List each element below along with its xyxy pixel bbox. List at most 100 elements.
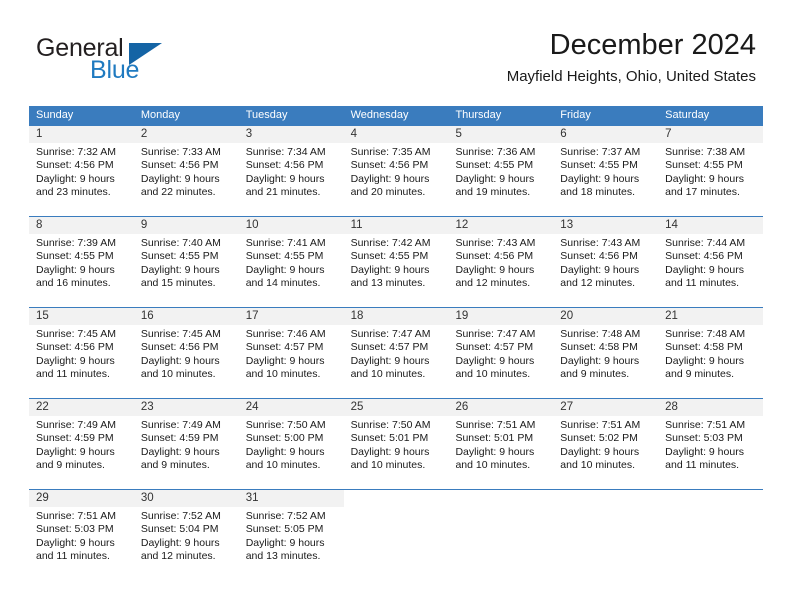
day-cell[interactable]: 31 Sunrise: 7:52 AM Sunset: 5:05 PM Dayligh…	[238, 490, 344, 571]
sunset-text: Sunset: 4:55 PM	[455, 159, 534, 172]
weekday-header-friday: Friday	[560, 109, 591, 121]
weekday-header-saturday: Saturday	[665, 109, 710, 121]
sunrise-text: Sunrise: 7:38 AM	[665, 146, 746, 158]
daylight-text-line1: Daylight: 9 hours	[140, 263, 220, 276]
day-cell[interactable]: 2 Sunrise: 7:33 AM Sunset: 4:56 PM Daylight…	[133, 126, 239, 207]
weekday-header-tuesday: Tuesday	[245, 109, 288, 121]
sunrise-text: Sunrise: 7:45 AM	[140, 328, 221, 340]
weekday-header-wednesday: Wednesday	[350, 109, 409, 121]
week-row: 1 Sunrise: 7:32 AM Sunset: 4:56 PM Daylight…	[29, 125, 764, 207]
day-cell[interactable]: 3 Sunrise: 7:34 AM Sunset: 4:56 PM Daylight…	[238, 126, 344, 207]
day-cell[interactable]: 25 Sunrise: 7:50 AM Sunset: 5:01 PM Dayligh…	[343, 399, 449, 480]
day-cell[interactable]: 4 Sunrise: 7:35 AM Sunset: 4:56 PM Daylight…	[343, 126, 449, 207]
sunrise-text: Sunrise: 7:39 AM	[36, 237, 116, 249]
day-number: 18	[343, 308, 449, 325]
day-number: 10	[238, 217, 344, 234]
day-cell[interactable]: 9 Sunrise: 7:40 AM Sunset: 4:55 PM Daylight…	[133, 217, 239, 298]
daylight-text-line1: Daylight: 9 hours	[560, 263, 640, 276]
sunrise-text: Sunrise: 7:50 AM	[350, 419, 431, 431]
sunrise-text: Sunrise: 7:52 AM	[140, 510, 221, 522]
week-row: 8 Sunrise: 7:39 AM Sunset: 4:55 PM Daylight…	[29, 216, 764, 298]
sunrise-text: Sunrise: 7:47 AM	[350, 328, 431, 340]
week-row: 22 Sunrise: 7:49 AM Sunset: 4:59 PM Dayligh…	[29, 398, 764, 480]
day-number: 19	[448, 308, 554, 325]
daylight-text-line2: and 20 minutes.	[350, 186, 426, 199]
day-number: 5	[448, 126, 554, 143]
sunrise-text: Sunrise: 7:48 AM	[665, 328, 746, 340]
day-number: 13	[553, 217, 659, 234]
day-cell[interactable]: 7 Sunrise: 7:38 AM Sunset: 4:55 PM Daylight…	[658, 126, 764, 207]
day-cell[interactable]: 27 Sunrise: 7:51 AM Sunset: 5:02 PM Dayligh…	[553, 399, 659, 480]
daylight-text-line2: and 11 minutes.	[36, 550, 110, 563]
daylight-text-line2: and 10 minutes.	[455, 459, 531, 472]
page-header: General Blue December 2024 Mayfield Heig…	[0, 0, 792, 100]
day-cell[interactable]: 12 Sunrise: 7:43 AM Sunset: 4:56 PM Dayligh…	[448, 217, 554, 298]
day-number: 15	[29, 308, 134, 325]
daylight-text-line1: Daylight: 9 hours	[665, 354, 744, 367]
day-cell[interactable]: 13 Sunrise: 7:43 AM Sunset: 4:56 PM Dayligh…	[553, 217, 659, 298]
daylight-text-line2: and 13 minutes.	[350, 277, 426, 290]
day-cell[interactable]: 26 Sunrise: 7:51 AM Sunset: 5:01 PM Dayligh…	[448, 399, 554, 480]
daylight-text-line1: Daylight: 9 hours	[140, 445, 220, 458]
sunrise-text: Sunrise: 7:35 AM	[350, 146, 431, 158]
day-details: Sunrise: 7:39 AM Sunset: 4:55 PM Daylight:…	[29, 234, 134, 291]
day-number: 24	[238, 399, 344, 416]
day-cell[interactable]: 8 Sunrise: 7:39 AM Sunset: 4:55 PM Daylight…	[29, 217, 134, 298]
sunrise-text: Sunrise: 7:33 AM	[140, 146, 221, 158]
day-number: 27	[553, 399, 659, 416]
day-cell[interactable]: 17 Sunrise: 7:46 AM Sunset: 4:57 PM Dayligh…	[238, 308, 344, 389]
day-details: Sunrise: 7:45 AM Sunset: 4:56 PM Daylight:…	[134, 325, 239, 382]
weekday-header-monday: Monday	[140, 109, 180, 121]
sunset-text: Sunset: 4:57 PM	[245, 341, 324, 354]
sunrise-text: Sunrise: 7:50 AM	[245, 419, 326, 431]
day-cell[interactable]: 24 Sunrise: 7:50 AM Sunset: 5:00 PM Dayligh…	[238, 399, 344, 480]
day-cell[interactable]: 6 Sunrise: 7:37 AM Sunset: 4:55 PM Daylight…	[553, 126, 659, 207]
daylight-text-line2: and 16 minutes.	[36, 277, 111, 290]
daylight-text-line1: Daylight: 9 hours	[560, 445, 640, 458]
daylight-text-line2: and 10 minutes.	[350, 459, 426, 472]
day-cell[interactable]: 30 Sunrise: 7:52 AM Sunset: 5:04 PM Dayligh…	[133, 490, 239, 571]
sunrise-text: Sunrise: 7:43 AM	[560, 237, 641, 249]
day-number	[448, 490, 554, 507]
day-details: Sunrise: 7:36 AM Sunset: 4:55 PM Daylight:…	[448, 143, 553, 200]
sunset-text: Sunset: 4:57 PM	[350, 341, 429, 354]
sunset-text: Sunset: 4:58 PM	[665, 341, 743, 354]
sunset-text: Sunset: 5:01 PM	[455, 432, 534, 445]
day-number: 16	[133, 308, 239, 325]
general-blue-logo[interactable]: General Blue	[36, 34, 236, 90]
day-details: Sunrise: 7:48 AM Sunset: 4:58 PM Daylight:…	[553, 325, 658, 382]
sunrise-text: Sunrise: 7:44 AM	[665, 237, 746, 249]
day-cell[interactable]: 16 Sunrise: 7:45 AM Sunset: 4:56 PM Dayligh…	[133, 308, 239, 389]
weekday-header-row: Sunday Monday Tuesday Wednesday Thursday…	[29, 106, 763, 125]
day-cell[interactable]: 14 Sunrise: 7:44 AM Sunset: 4:56 PM Dayligh…	[658, 217, 764, 298]
day-number: 30	[133, 490, 239, 507]
daylight-text-line2: and 12 minutes.	[455, 277, 531, 290]
daylight-text-line2: and 22 minutes.	[140, 186, 216, 199]
day-cell[interactable]: 20 Sunrise: 7:48 AM Sunset: 4:58 PM Dayligh…	[553, 308, 659, 389]
daylight-text-line1: Daylight: 9 hours	[245, 445, 325, 458]
daylight-text-line2: and 12 minutes.	[560, 277, 636, 290]
day-cell[interactable]: 28 Sunrise: 7:51 AM Sunset: 5:03 PM Dayligh…	[658, 399, 764, 480]
day-cell[interactable]: 19 Sunrise: 7:47 AM Sunset: 4:57 PM Dayligh…	[448, 308, 554, 389]
day-cell[interactable]: 11 Sunrise: 7:42 AM Sunset: 4:55 PM Dayligh…	[343, 217, 449, 298]
day-cell[interactable]: 29 Sunrise: 7:51 AM Sunset: 5:03 PM Dayligh…	[29, 490, 134, 571]
daylight-text-line1: Daylight: 9 hours	[36, 536, 115, 549]
day-cell[interactable]: 15 Sunrise: 7:45 AM Sunset: 4:56 PM Dayligh…	[29, 308, 134, 389]
week-row: 15 Sunrise: 7:45 AM Sunset: 4:56 PM Dayligh…	[29, 307, 764, 389]
day-cell-empty	[553, 490, 659, 571]
day-cell[interactable]: 1 Sunrise: 7:32 AM Sunset: 4:56 PM Daylight…	[29, 126, 134, 207]
day-cell[interactable]: 5 Sunrise: 7:36 AM Sunset: 4:55 PM Daylight…	[448, 126, 554, 207]
day-cell[interactable]: 18 Sunrise: 7:47 AM Sunset: 4:57 PM Dayligh…	[343, 308, 449, 389]
sunset-text: Sunset: 4:58 PM	[560, 341, 638, 354]
daylight-text-line1: Daylight: 9 hours	[36, 172, 115, 185]
sunrise-text: Sunrise: 7:41 AM	[245, 237, 326, 249]
day-cell[interactable]: 22 Sunrise: 7:49 AM Sunset: 4:59 PM Dayligh…	[29, 399, 134, 480]
sunrise-text: Sunrise: 7:43 AM	[455, 237, 536, 249]
day-number: 11	[343, 217, 449, 234]
sunrise-text: Sunrise: 7:36 AM	[455, 146, 536, 158]
day-cell[interactable]: 21 Sunrise: 7:48 AM Sunset: 4:58 PM Dayligh…	[658, 308, 764, 389]
sunset-text: Sunset: 4:55 PM	[140, 250, 219, 263]
day-cell[interactable]: 23 Sunrise: 7:49 AM Sunset: 4:59 PM Dayligh…	[133, 399, 239, 480]
day-number: 29	[29, 490, 134, 507]
day-cell[interactable]: 10 Sunrise: 7:41 AM Sunset: 4:55 PM Dayligh…	[238, 217, 344, 298]
